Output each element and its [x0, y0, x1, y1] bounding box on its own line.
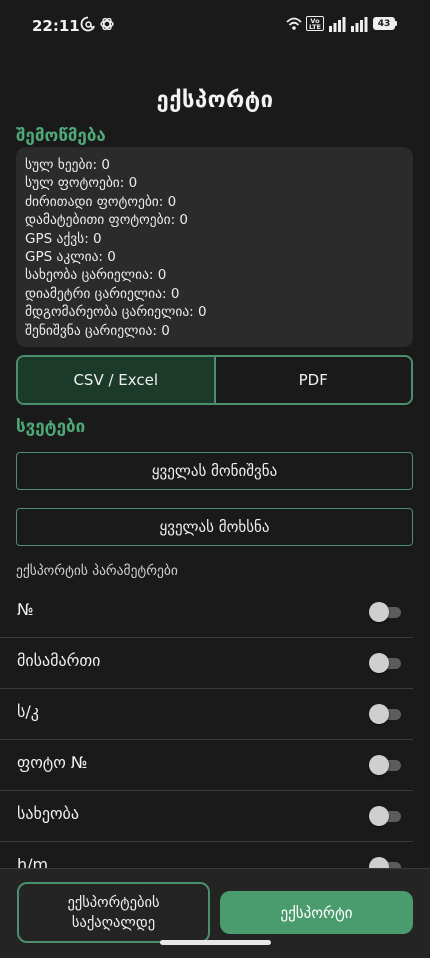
signal-strength-icon-sim2	[351, 17, 368, 32]
battery-icon: 43	[373, 17, 395, 30]
chatgpt-app-icon	[100, 17, 114, 31]
check-summary-box: სულ ხეები: 0 სულ ფოტოები: 0 ძირითადი ფოტ…	[16, 147, 413, 347]
column-toggle-switch[interactable]	[369, 602, 401, 622]
stat-extra-photos: დამატებითი ფოტოები: 0	[25, 212, 189, 229]
stat-total-photos: სულ ფოტოები: 0	[25, 175, 138, 192]
exports-folder-button[interactable]: ექსპორტების საქაღალდე	[17, 882, 210, 943]
format-option-csv-excel[interactable]: CSV / Excel	[18, 357, 216, 403]
check-section-title: შემოწმება	[16, 126, 106, 146]
status-time: 22:11	[32, 17, 80, 35]
columns-section-title: სვეტები	[16, 417, 86, 437]
column-label: ფოტო №	[17, 753, 88, 772]
stat-condition-empty: მდგომარეობა ცარიელია: 0	[25, 304, 207, 321]
exports-folder-label-line2: საქაღალდე	[71, 914, 156, 931]
column-label: ს/კ	[17, 702, 39, 721]
stat-diameter-empty: დიამეტრი ცარიელია: 0	[25, 285, 180, 302]
column-row-cadastral: ს/კ	[0, 689, 413, 740]
stat-note-empty: შენიშვნა ცარიელია: 0	[25, 322, 170, 339]
stat-species-empty: სახეობა ცარიელია: 0	[25, 267, 167, 284]
export-button[interactable]: ექსპორტი	[220, 891, 413, 934]
export-format-toggle: CSV / Excel PDF	[16, 355, 413, 405]
format-option-pdf[interactable]: PDF	[216, 357, 412, 403]
column-row-number: №	[0, 587, 413, 638]
column-toggle-switch[interactable]	[369, 653, 401, 673]
column-toggle-switch[interactable]	[369, 806, 401, 826]
page-title: ექსპორტი	[156, 88, 274, 113]
home-indicator[interactable]	[160, 940, 271, 945]
column-toggle-switch[interactable]	[369, 704, 401, 724]
stat-gps-missing: GPS აკლია: 0	[25, 249, 116, 266]
column-label: მისამართი	[17, 651, 101, 670]
threads-app-icon	[80, 16, 95, 32]
exports-folder-label-line1: ექსპორტების	[67, 894, 160, 911]
select-all-button[interactable]: ყველას მონიშვნა	[16, 452, 413, 490]
column-row-address: მისამართი	[0, 638, 413, 689]
battery-level: 43	[377, 18, 391, 29]
stat-total-trees: სულ ხეები: 0	[25, 157, 110, 173]
column-label: №	[17, 600, 34, 619]
signal-strength-icon	[329, 17, 346, 32]
volte-badge-label: Vo LTE	[309, 16, 321, 31]
volte-badge-icon: Vo LTE	[306, 16, 324, 31]
stat-gps-present: GPS აქვს: 0	[25, 230, 102, 247]
battery-tip	[395, 21, 397, 26]
column-label: სახეობა	[17, 804, 79, 823]
stat-main-photos: ძირითადი ფოტოები: 0	[25, 193, 177, 210]
export-params-label: ექსპორტის პარამეტრები	[16, 563, 178, 579]
column-row-species: სახეობა	[0, 791, 413, 842]
status-bar: 22:11 Vo LTE 43	[0, 0, 430, 50]
column-toggle-switch[interactable]	[369, 755, 401, 775]
column-row-photo-number: ფოტო №	[0, 740, 413, 791]
wifi-icon	[286, 17, 302, 30]
deselect-all-button[interactable]: ყველას მოხსნა	[16, 508, 413, 546]
